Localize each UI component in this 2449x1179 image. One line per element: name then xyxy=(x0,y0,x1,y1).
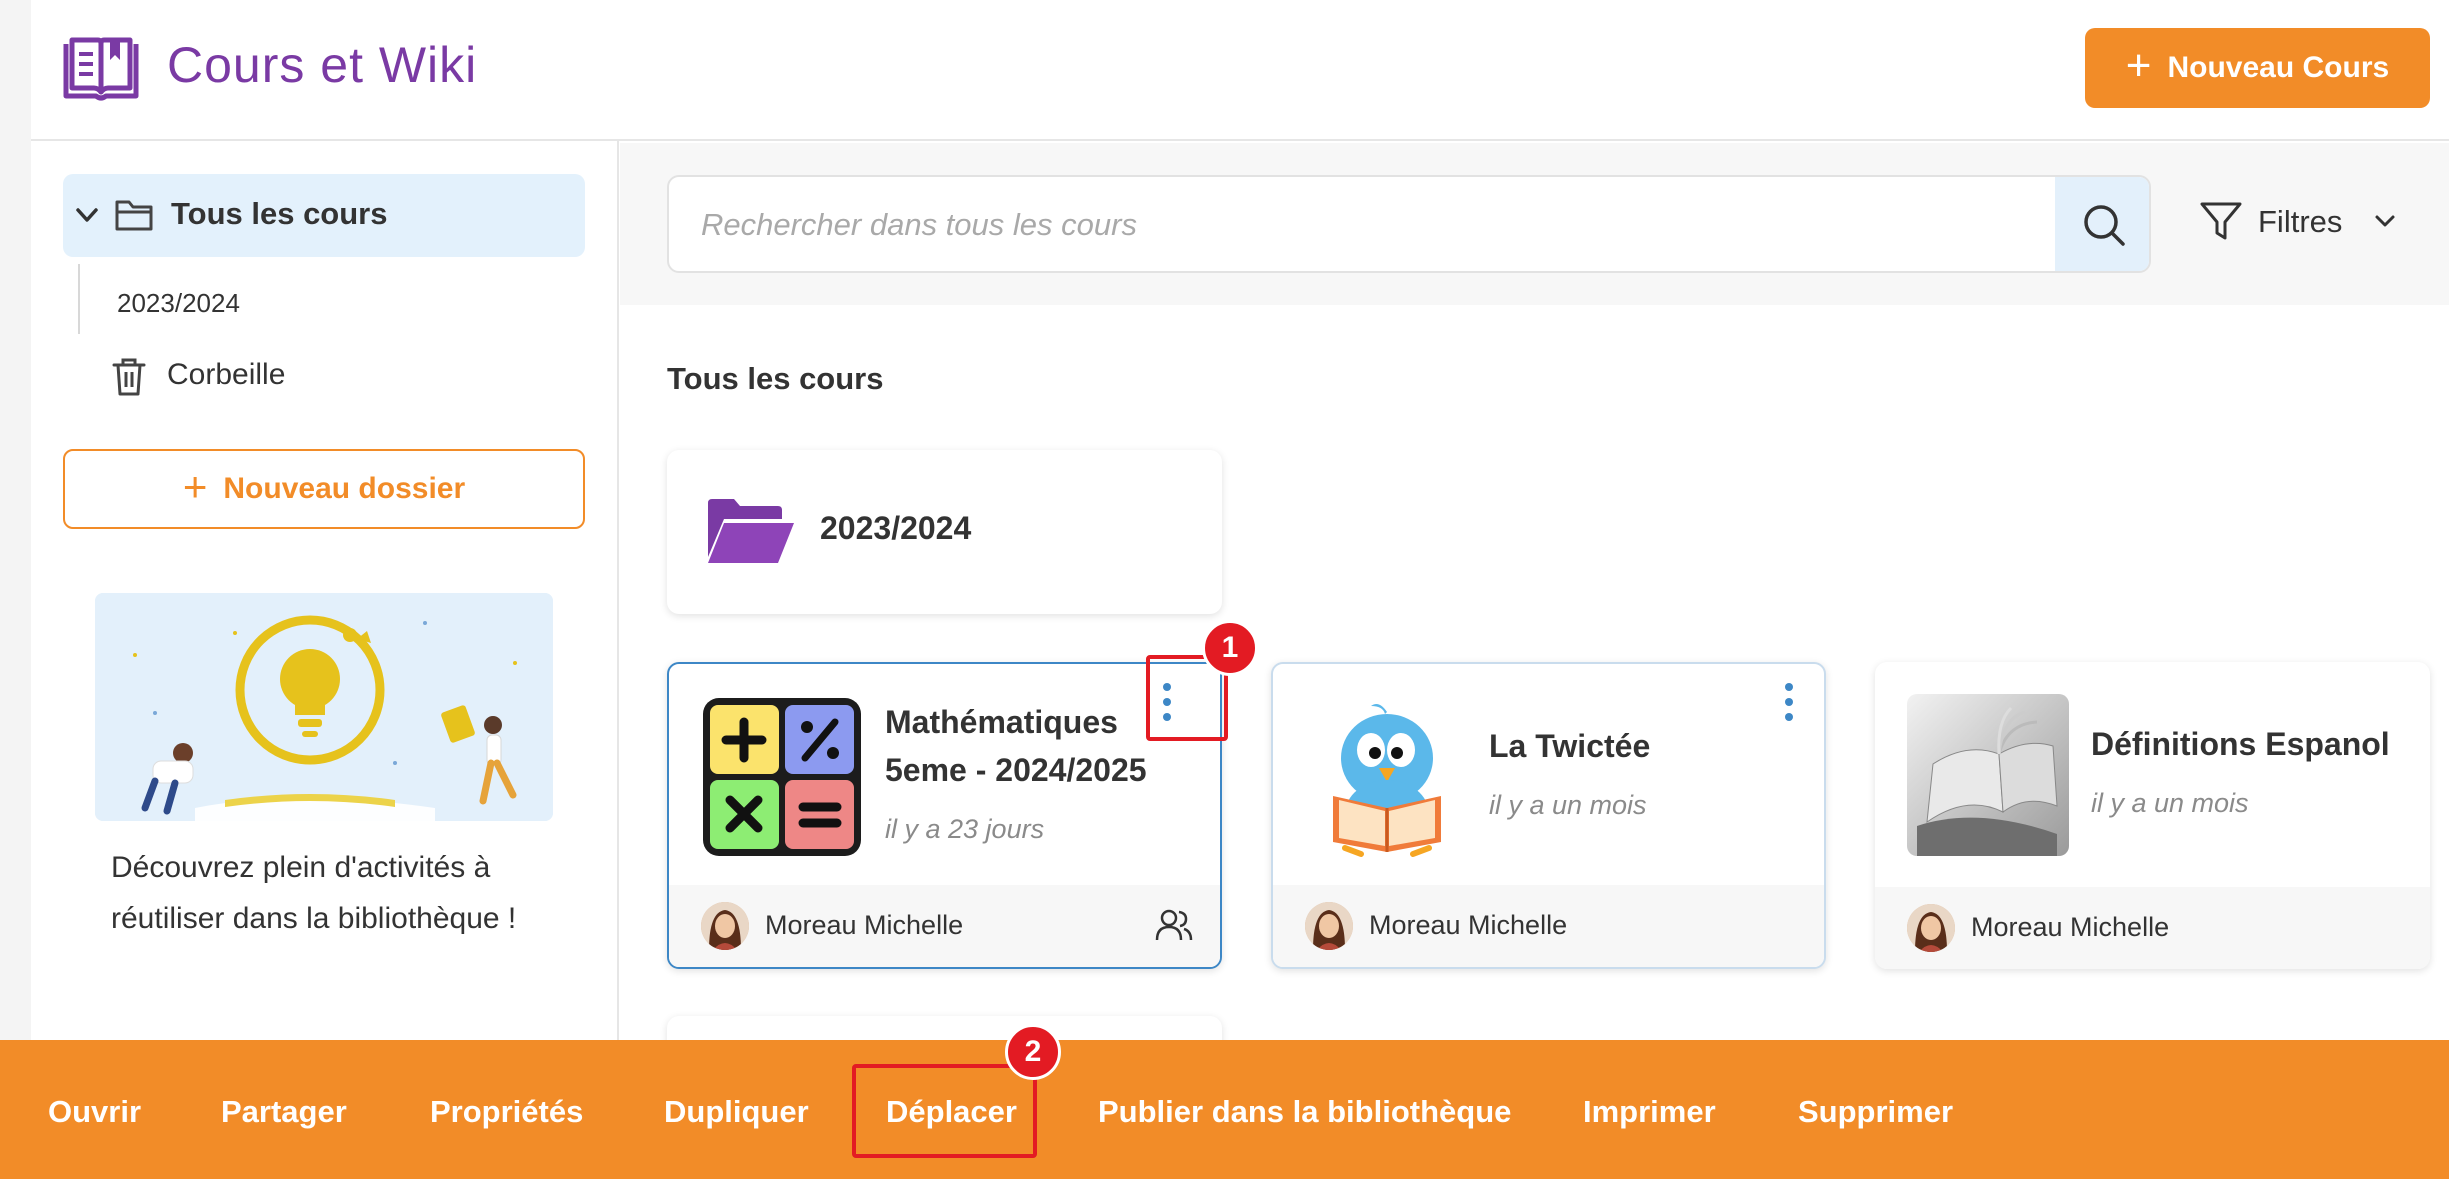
kebab-menu-icon[interactable] xyxy=(1779,680,1799,724)
folder-open-icon xyxy=(708,499,794,563)
course-date: il y a un mois xyxy=(2091,788,2249,818)
course-title: Définitions Espanol xyxy=(2091,726,2390,762)
course-card-footer: Moreau Michelle xyxy=(1273,885,1824,967)
folder-card-label: 2023/2024 xyxy=(820,510,972,546)
users-icon xyxy=(1155,909,1193,941)
action-share[interactable]: Partager xyxy=(221,1094,347,1130)
new-course-label: Nouveau Cours xyxy=(2167,51,2390,84)
new-folder-button[interactable]: + Nouveau dossier xyxy=(63,449,585,529)
action-print[interactable]: Imprimer xyxy=(1583,1094,1716,1130)
tree-item-label: Tous les cours xyxy=(171,196,388,231)
course-card-definitions-espanol[interactable]: Définitions Espanol il y a un mois Morea… xyxy=(1875,662,2430,969)
course-title: Mathématiques xyxy=(885,704,1118,740)
chevron-down-icon[interactable] xyxy=(2372,208,2398,234)
search-box xyxy=(667,175,2151,273)
trash-item[interactable]: Corbeille xyxy=(167,358,285,392)
course-card-footer: Moreau Michelle xyxy=(1875,887,2430,969)
course-author: Moreau Michelle xyxy=(1971,912,2170,942)
book-photo-thumbnail xyxy=(1907,694,2069,856)
app-title: Cours et Wiki xyxy=(167,37,478,93)
callout-box-2 xyxy=(852,1064,1037,1158)
trash-icon xyxy=(112,358,146,396)
new-course-button[interactable]: + Nouveau Cours xyxy=(2085,28,2430,108)
avatar xyxy=(1305,902,1353,950)
course-title: La Twictée xyxy=(1489,728,1651,764)
callout-badge-1: 1 xyxy=(1202,620,1258,676)
course-card-la-twictee[interactable]: La Twictée il y a un mois Moreau Michell… xyxy=(1271,662,1826,969)
course-card-footer: Moreau Michelle xyxy=(669,885,1220,967)
plus-icon: + xyxy=(182,463,208,510)
course-date: il y a 23 jours xyxy=(885,814,1045,844)
course-date: il y a un mois xyxy=(1489,790,1647,820)
action-delete[interactable]: Supprimer xyxy=(1798,1094,1953,1130)
plus-icon: + xyxy=(2125,41,2152,90)
course-card-mathematiques[interactable]: Mathématiques 5eme - 2024/2025 il y a 23… xyxy=(667,662,1222,969)
promo-text: Découvrez plein d'activités à réutiliser… xyxy=(111,851,517,935)
section-title: Tous les cours xyxy=(667,361,884,396)
new-folder-label: Nouveau dossier xyxy=(223,472,466,505)
folder-icon xyxy=(115,200,153,231)
filters-button[interactable]: Filtres xyxy=(2258,204,2342,240)
search-input[interactable] xyxy=(669,177,2053,271)
search-button[interactable] xyxy=(2055,177,2149,271)
search-icon xyxy=(2084,205,2125,246)
filter-icon[interactable] xyxy=(2199,199,2243,243)
action-open[interactable]: Ouvrir xyxy=(48,1094,141,1130)
action-publish-library[interactable]: Publier dans la bibliothèque xyxy=(1098,1094,1511,1130)
avatar xyxy=(701,902,749,950)
tree-guide-line xyxy=(78,264,80,334)
avatar xyxy=(1907,904,1955,952)
left-edge-strip xyxy=(0,0,31,1179)
page: Cours et Wiki + Nouveau Cours Tous les c… xyxy=(0,0,2449,1179)
callout-badge-2: 2 xyxy=(1005,1024,1061,1080)
math-course-thumbnail xyxy=(703,698,861,856)
twictee-bird-thumbnail xyxy=(1333,704,1441,857)
library-promo-illustration xyxy=(95,593,553,821)
action-duplicate[interactable]: Dupliquer xyxy=(664,1094,809,1130)
course-title: 5eme - 2024/2025 xyxy=(885,752,1147,788)
book-icon xyxy=(63,37,139,101)
course-author: Moreau Michelle xyxy=(1369,910,1568,940)
tree-item-2023-2024[interactable]: 2023/2024 xyxy=(117,288,240,319)
action-properties[interactable]: Propriétés xyxy=(430,1094,583,1130)
chevron-down-icon[interactable] xyxy=(72,200,102,230)
course-author: Moreau Michelle xyxy=(765,910,964,940)
